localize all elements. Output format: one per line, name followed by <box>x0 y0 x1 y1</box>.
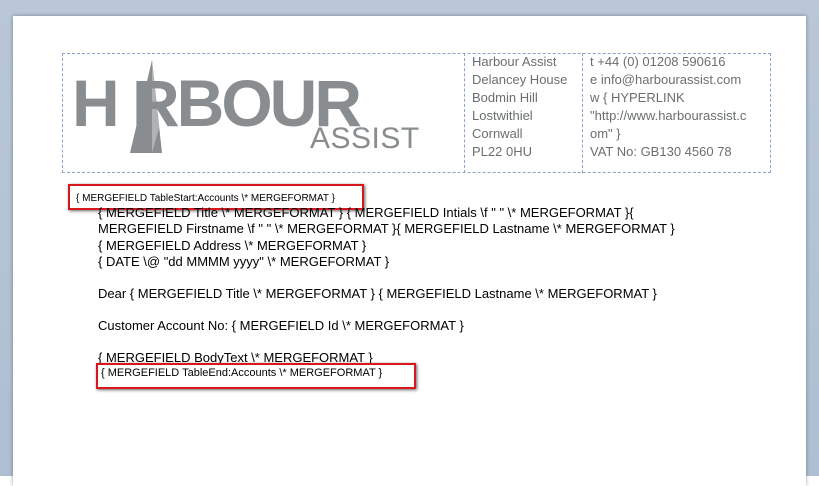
address-line: Delancey House <box>472 72 568 87</box>
address-block: Harbour Assist Delancey House Bodmin Hil… <box>472 53 567 161</box>
merge-field-line[interactable]: { MERGEFIELD Address \* MERGEFORMAT } <box>98 238 366 254</box>
letterhead-divider <box>464 53 465 173</box>
hyperlink-field[interactable]: "http://www.harbourassist.c <box>590 107 770 125</box>
letterhead-divider <box>582 53 583 173</box>
address-line: Bodmin Hill <box>472 90 538 105</box>
account-line[interactable]: Customer Account No: { MERGEFIELD Id \* … <box>98 318 464 334</box>
contact-block: t +44 (0) 01208 590616 e info@harbourass… <box>590 53 770 161</box>
merge-field-line[interactable]: { DATE \@ "dd MMMM yyyy" \* MERGEFORMAT … <box>98 254 389 270</box>
highlight-box <box>96 363 416 389</box>
address-line: Harbour Assist <box>472 54 557 69</box>
hyperlink-field[interactable]: w { HYPERLINK <box>590 89 770 107</box>
logo-subtitle: ASSIST <box>310 122 420 155</box>
email-text: e info@harbourassist.com <box>590 72 742 87</box>
merge-field-line[interactable]: { MERGEFIELD Title \* MERGEFORMAT } { ME… <box>98 205 634 221</box>
vat-text: VAT No: GB130 4560 78 <box>590 144 732 159</box>
phone-text: t +44 (0) 01208 590616 <box>590 54 726 69</box>
hyperlink-field[interactable]: om" } <box>590 125 770 143</box>
address-line: Cornwall <box>472 126 523 141</box>
address-line: PL22 0HU <box>472 144 532 159</box>
salutation-line[interactable]: Dear { MERGEFIELD Title \* MERGEFORMAT }… <box>98 286 657 302</box>
merge-field-line[interactable]: MERGEFIELD Firstname \f " " \* MERGEFORM… <box>98 221 675 237</box>
address-line: Lostwithiel <box>472 108 533 123</box>
